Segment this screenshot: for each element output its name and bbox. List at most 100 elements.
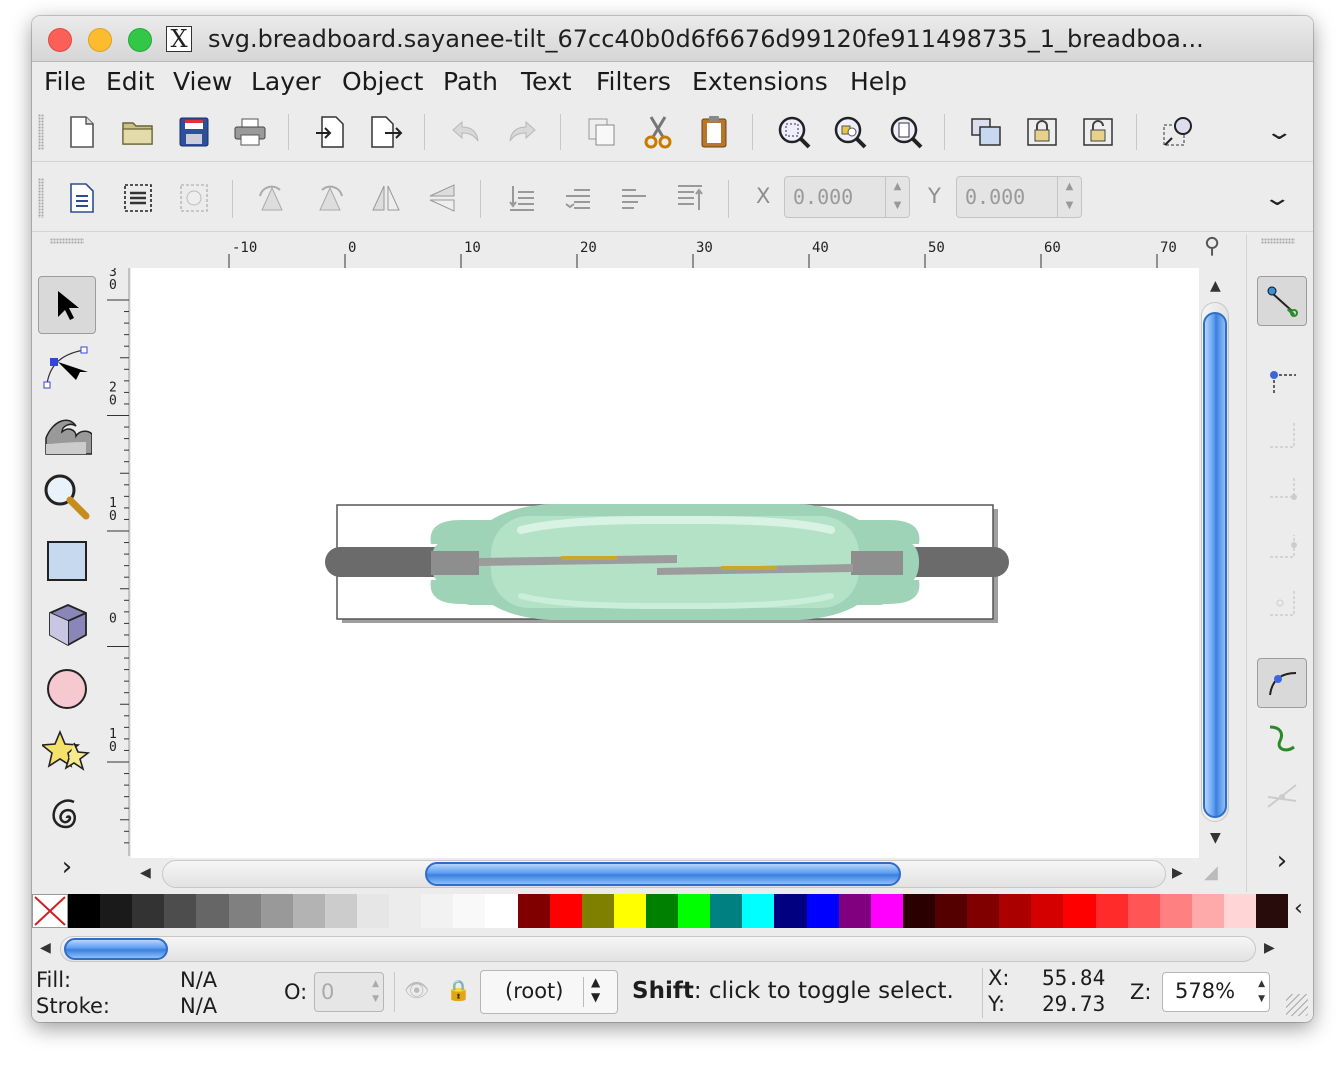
import-icon[interactable] [310, 112, 350, 152]
color-swatch[interactable] [324, 894, 357, 928]
reed-switch-drawing[interactable] [325, 504, 1009, 623]
star-tool-icon[interactable] [38, 724, 96, 782]
toolbar-grip[interactable] [38, 178, 44, 218]
color-swatch[interactable] [1159, 894, 1192, 928]
color-swatch[interactable] [613, 894, 646, 928]
zoom-spin-icon[interactable]: ▲ ▼ [1258, 977, 1265, 1007]
scroll-down-icon[interactable]: ▼ [1210, 830, 1221, 846]
opacity-spin-icon[interactable]: ▲ ▼ [372, 977, 379, 1007]
menu-path[interactable]: Path [443, 67, 498, 96]
color-swatch[interactable] [1191, 894, 1224, 928]
redo-icon[interactable] [502, 112, 542, 152]
fill-value[interactable]: N/A [180, 968, 217, 992]
menu-edit[interactable]: Edit [106, 67, 154, 96]
toolbox-grip[interactable] [50, 238, 84, 244]
snap-intersections-icon[interactable] [1257, 770, 1307, 820]
color-swatch[interactable] [870, 894, 903, 928]
export-icon[interactable] [366, 112, 406, 152]
color-swatch[interactable] [196, 894, 229, 928]
palette-scrollbar[interactable]: ◀ ▶ [32, 934, 1288, 964]
deselect-icon[interactable] [174, 178, 214, 218]
lock-icon[interactable] [1022, 112, 1062, 152]
y-coordinate-input[interactable] [957, 177, 1057, 217]
menu-extensions[interactable]: Extensions [692, 67, 828, 96]
rotate-cw-icon[interactable] [310, 178, 350, 218]
color-swatch[interactable] [292, 894, 325, 928]
zoom-tool-icon[interactable] [38, 468, 96, 526]
drawing-canvas[interactable] [131, 268, 1199, 858]
color-swatch[interactable] [1031, 894, 1064, 928]
lower-to-bottom-icon[interactable] [502, 178, 542, 218]
raise-to-top-icon[interactable] [670, 178, 710, 218]
vertical-scrollbar[interactable]: ▲ ▼ [1200, 268, 1230, 858]
zoom-corner-icon[interactable]: ⚲ [1204, 234, 1220, 259]
color-swatch[interactable] [132, 894, 165, 928]
toolbar-overflow-icon[interactable]: ⌄ [1264, 120, 1294, 145]
cut-icon[interactable] [638, 112, 678, 152]
zoom-page-icon[interactable] [886, 112, 926, 152]
eye-icon[interactable]: 👁 [404, 978, 429, 1002]
color-swatch[interactable] [999, 894, 1032, 928]
zoom-field[interactable]: 578% ▲ ▼ [1162, 972, 1270, 1012]
x-spin-buttons[interactable]: ▲ ▼ [885, 177, 909, 217]
color-swatch[interactable] [485, 894, 518, 928]
color-swatch[interactable] [934, 894, 968, 928]
color-swatch[interactable] [421, 894, 454, 928]
color-swatch[interactable] [967, 894, 1000, 928]
layer-selector[interactable]: (root) ▲ ▼ [480, 970, 618, 1014]
color-swatch[interactable] [260, 894, 293, 928]
stroke-value[interactable]: N/A [180, 994, 217, 1018]
color-swatch[interactable] [1127, 894, 1160, 928]
color-swatch[interactable] [356, 894, 390, 928]
snap-bbox-midpoint-icon[interactable] [1257, 522, 1307, 572]
maximize-window-button[interactable] [128, 28, 152, 52]
menu-layer[interactable]: Layer [251, 67, 321, 96]
open-folder-icon[interactable] [118, 112, 158, 152]
zoom-value[interactable]: 578% [1175, 979, 1235, 1003]
unlock-icon[interactable] [1078, 112, 1118, 152]
selector-tool-icon[interactable] [38, 276, 96, 334]
duplicate-icon[interactable] [582, 112, 622, 152]
select-all-icon[interactable] [62, 178, 102, 218]
toolbar-grip[interactable] [38, 114, 44, 150]
select-all-layers-icon[interactable] [118, 178, 158, 218]
toolbar-overflow-icon[interactable]: ⌄ [1262, 186, 1292, 211]
palette-menu-icon[interactable]: ‹ [1294, 896, 1303, 921]
color-swatch[interactable] [517, 894, 550, 928]
color-swatch[interactable] [164, 894, 197, 928]
paste-icon[interactable] [694, 112, 734, 152]
group-icon[interactable] [966, 112, 1006, 152]
palette-scroll-left-icon[interactable]: ◀ [40, 940, 51, 956]
resize-grip-icon[interactable] [1286, 994, 1308, 1016]
3d-box-tool-icon[interactable] [38, 596, 96, 654]
zoom-drawing-icon[interactable] [830, 112, 870, 152]
rectangle-tool-icon[interactable] [38, 532, 96, 590]
y-spin-buttons[interactable]: ▲ ▼ [1057, 177, 1081, 217]
zoom-selection-icon[interactable] [774, 112, 814, 152]
color-swatch[interactable] [1256, 894, 1289, 928]
save-icon[interactable] [174, 112, 214, 152]
color-swatch[interactable] [774, 894, 807, 928]
scroll-left-icon[interactable]: ◀ [140, 865, 151, 881]
palette-scroll-thumb[interactable] [64, 938, 168, 960]
x-coordinate-input[interactable] [785, 177, 885, 217]
snap-bbox-center-icon[interactable] [1257, 578, 1307, 628]
menu-file[interactable]: File [44, 67, 86, 96]
x-coordinate-field[interactable]: ▲▼ [784, 176, 910, 218]
tweak-tool-icon[interactable] [38, 404, 96, 462]
color-swatch[interactable] [1063, 894, 1096, 928]
color-swatch[interactable] [68, 894, 101, 928]
vertical-scroll-thumb[interactable] [1203, 312, 1227, 818]
flip-horizontal-icon[interactable] [366, 178, 406, 218]
snap-bbox-corner-icon[interactable] [1257, 466, 1307, 516]
scroll-up-icon[interactable]: ▲ [1210, 278, 1221, 294]
new-document-icon[interactable] [62, 112, 102, 152]
layer-name[interactable]: (root) [505, 979, 564, 1003]
spiral-tool-icon[interactable] [38, 788, 96, 846]
menu-text[interactable]: Text [521, 67, 572, 96]
color-swatch[interactable] [838, 894, 871, 928]
more-snap-icon[interactable]: › [1257, 844, 1307, 878]
menu-view[interactable]: View [173, 67, 232, 96]
color-swatch[interactable] [581, 894, 614, 928]
color-swatch[interactable] [453, 894, 486, 928]
